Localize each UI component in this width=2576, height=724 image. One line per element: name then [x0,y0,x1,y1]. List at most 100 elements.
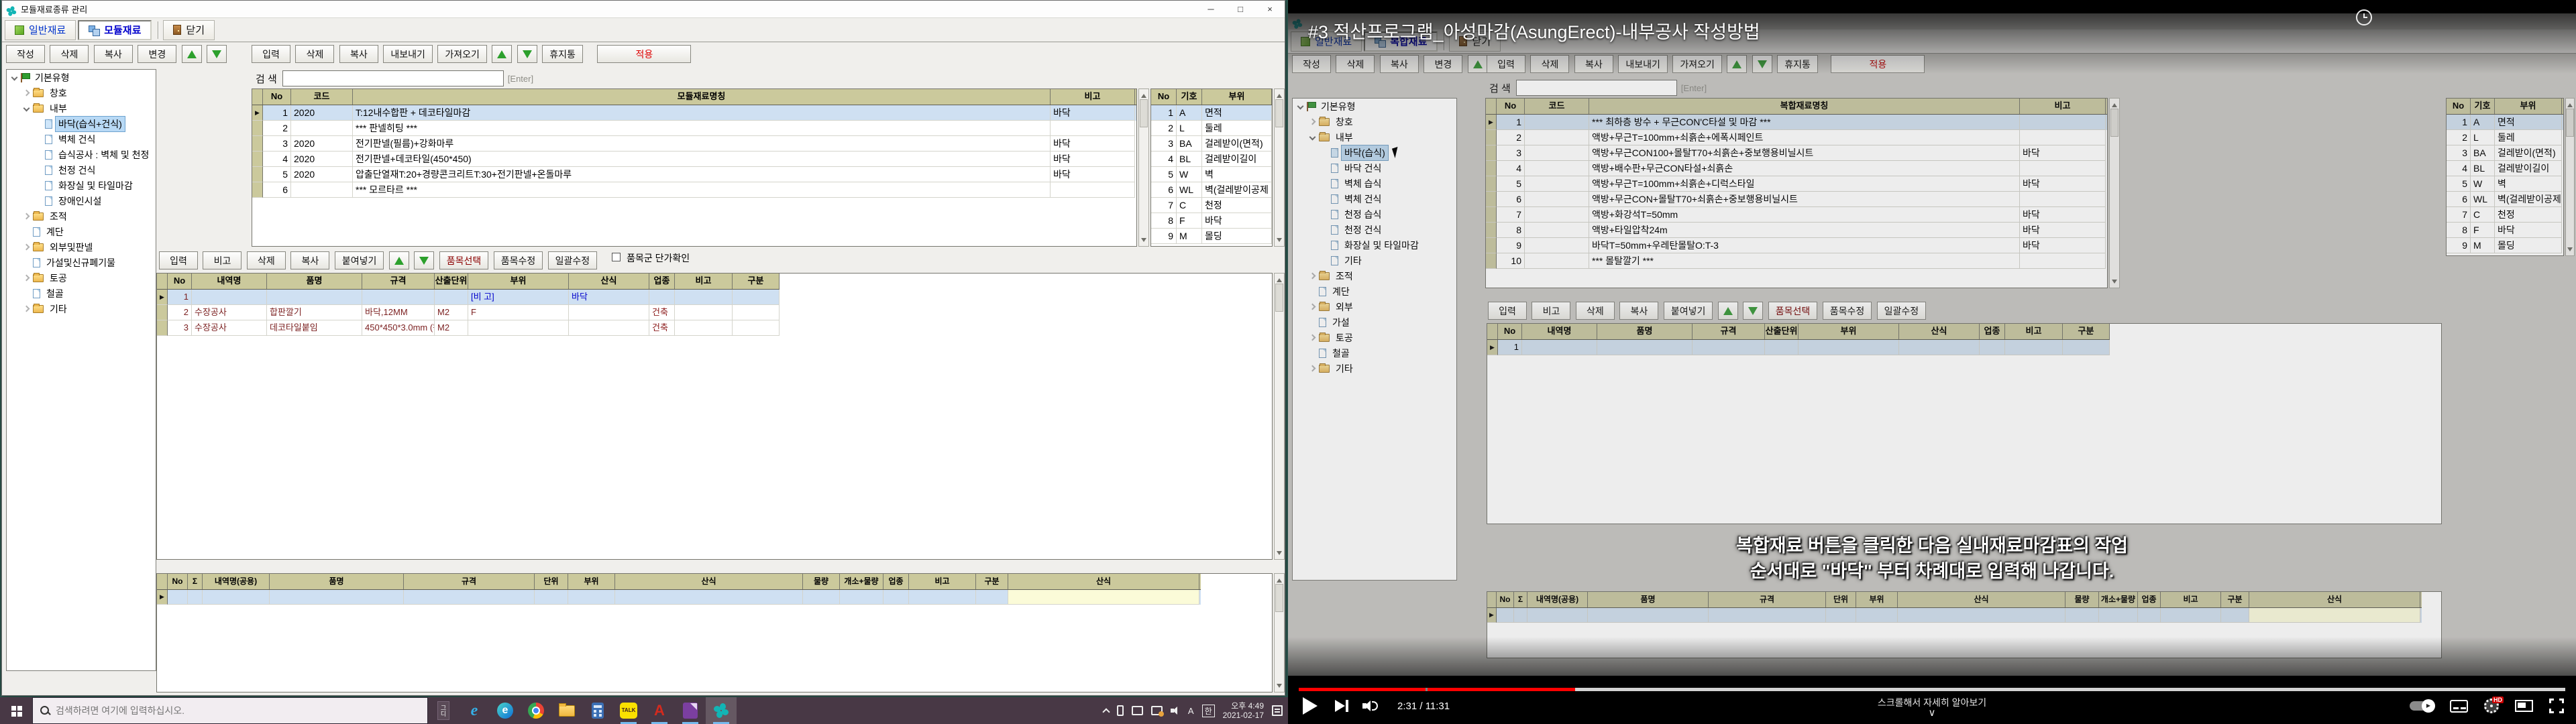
tree-item-기본유형[interactable]: 기본유형 [7,70,156,85]
tree-item-label[interactable]: 철골 [44,286,66,301]
tree-item-벽체 건식[interactable]: 벽체 건식 [1293,191,1456,206]
taskbar-search[interactable] [32,697,428,724]
column-header[interactable]: 산출단위 [1765,324,1799,339]
tree-item-label[interactable]: 계단 [1330,284,1352,299]
tree-item-장애인시설[interactable]: 장애인시설 [7,193,156,208]
table-row[interactable]: 42020전기판넬+데코타일(450*450)바닥 [252,152,1136,167]
copy-button[interactable]: 복사 [94,45,133,63]
item-select-button[interactable]: 품목선택 [439,251,489,269]
tree-item-label[interactable]: 천정 습식 [1342,207,1384,222]
table-row[interactable]: 3BA걸레받이(면적) [1151,136,1272,152]
scroll-up-icon[interactable] [1275,574,1284,584]
table-row[interactable]: 9M몰딩 [2447,238,2563,253]
phone-link-icon[interactable] [1117,705,1124,716]
tree-item-label[interactable]: 가설및신규폐기물 [44,255,118,270]
column-header[interactable]: 구분 [733,274,780,289]
table-row[interactable]: 5W벽 [1151,167,1272,182]
tree-item-label[interactable]: 조적 [1333,269,1356,284]
table-row[interactable]: 10*** 몰탈깔기 *** [1486,253,2107,269]
table-row[interactable]: 6*** 모르타르 *** [252,182,1136,198]
column-header[interactable]: 복합재료명칭 [1589,99,2020,114]
table-row[interactable]: ▶ [157,590,1201,605]
tree-item-label[interactable]: 바닥(습식) [1342,145,1388,160]
table-row[interactable]: 5액방+무근T=100mm+쇠흙손+디럭스타일바닥 [1486,176,2107,192]
tree-item-철골[interactable]: 철골 [7,286,156,301]
window-titlebar[interactable]: 모듈재료종류 관리 ─ □ × [2,1,1285,18]
chevron-right-icon[interactable] [1309,335,1316,341]
table-row[interactable]: 8액방+타일압착24m바닥 [1486,223,2107,238]
scroll-up-icon[interactable] [1275,89,1284,99]
column-header[interactable]: No [1151,89,1177,105]
column-header[interactable]: 단위 [535,574,568,589]
tree-item-가설[interactable]: 가설 [1293,314,1456,330]
column-header[interactable]: 단위 [1826,592,1856,607]
table-row[interactable]: 9M몰딩 [1151,229,1272,244]
table-row[interactable]: 3액방+무근CON100+몰탈T70+쇠흙손+중보행용비닐시트바닥 [1486,145,2107,161]
tree-item-내부[interactable]: 내부 [1293,129,1456,145]
column-header[interactable]: No [263,89,291,105]
tree-item-label[interactable]: 벽체 건식 [56,132,98,147]
column-header[interactable]: Σ [1514,592,1527,607]
create-button[interactable]: 작성 [6,45,45,63]
chevron-right-icon[interactable] [1309,273,1316,280]
column-header[interactable]: 내역명(공용) [1527,592,1588,607]
column-header[interactable]: 비고 [675,274,733,289]
table-row[interactable]: 6WL벽(걸레받이공제 [2447,192,2563,207]
move-up-button[interactable] [182,45,202,63]
tree-item-기타[interactable]: 기타 [7,301,156,316]
copy-row-button[interactable]: 복사 [339,45,378,63]
language-indicator[interactable]: A [1188,706,1194,716]
speaker-icon[interactable] [1171,706,1180,715]
scroll-thumb[interactable] [1275,284,1283,312]
tree-item-label[interactable]: 내부 [47,101,70,116]
column-header[interactable]: 부위 [1799,324,1899,339]
column-header[interactable]: 비고 [2005,324,2063,339]
table-row[interactable]: 3수장공사데코타일붙임450*450*3.0mm (왁스무)M2건축 [157,320,780,336]
column-header[interactable]: 비고 [2020,99,2106,114]
subtitles-icon[interactable] [2450,700,2468,713]
column-header[interactable]: 기호 [1177,89,1202,105]
column-header[interactable]: 산식 [2249,592,2420,607]
tree-item-기타[interactable]: 기타 [1293,253,1456,268]
taskbar-calculator[interactable] [582,697,613,724]
column-header[interactable]: 부위 [2495,99,2562,114]
column-header[interactable]: 품명 [1597,324,1693,339]
video-player[interactable]: 일반재료 복합재료 닫기 작성 삭제 복사 변경 입력 삭제 복사 내보내기 가… [1288,0,2576,724]
table-row[interactable]: ▶12020T:12내수합판 + 데코타일마감바닥 [252,105,1136,121]
column-header[interactable]: 모듈재료명칭 [353,89,1051,105]
table-row[interactable]: 1A면적 [2447,115,2563,130]
chevron-right-icon[interactable] [23,213,30,220]
scroll-down-icon[interactable] [1275,549,1284,559]
tree-item-label[interactable]: 토공 [47,271,70,286]
column-header[interactable]: 구분 [2221,592,2249,607]
table-row[interactable]: 7C천정 [1151,198,1272,213]
tree-item-label[interactable]: 창호 [1333,115,1356,129]
scroll-up-icon[interactable] [1275,274,1284,284]
chevron-down-icon[interactable] [1297,103,1303,110]
column-header[interactable]: No [168,574,188,589]
scroll-up-icon[interactable] [1139,89,1148,99]
notification-app-icon[interactable] [1151,706,1163,715]
tree-item-조적[interactable]: 조적 [1293,268,1456,284]
move-down-button[interactable] [207,45,227,63]
column-header[interactable]: 산식 [1899,324,1980,339]
tree-item-기타[interactable]: 기타 [1293,361,1456,376]
change-button[interactable]: 변경 [138,45,176,63]
column-header[interactable]: 비고 [909,574,976,589]
table-row[interactable]: 2액방+무근T=100mm+쇠흙손+에폭시페인트 [1486,130,2107,145]
delete-row-button[interactable]: 삭제 [295,45,334,63]
table-row[interactable]: 2수장공사합판깔기바닥,12MMM2F건축 [157,305,780,320]
column-header[interactable]: 물량 [803,574,840,589]
column-header[interactable]: 부위 [1202,89,1272,105]
tree-item-label[interactable]: 기본유형 [1318,99,1358,114]
scroll-thumb[interactable] [1275,99,1283,127]
detail-delete-button[interactable]: 삭제 [247,251,286,269]
table-row[interactable]: 32020전기판넬(필름)+강화마루바닥 [252,136,1136,152]
chevron-right-icon[interactable] [1309,304,1316,310]
tree-item-label[interactable]: 벽체 건식 [1342,192,1384,206]
batch-edit-button[interactable]: 일괄수정 [548,251,598,269]
start-button[interactable] [0,697,32,724]
tree-item-label[interactable]: 외부및판넬 [47,240,95,255]
scroll-down-icon[interactable] [1139,236,1148,246]
column-header[interactable]: 개소+물량 [2099,592,2138,607]
